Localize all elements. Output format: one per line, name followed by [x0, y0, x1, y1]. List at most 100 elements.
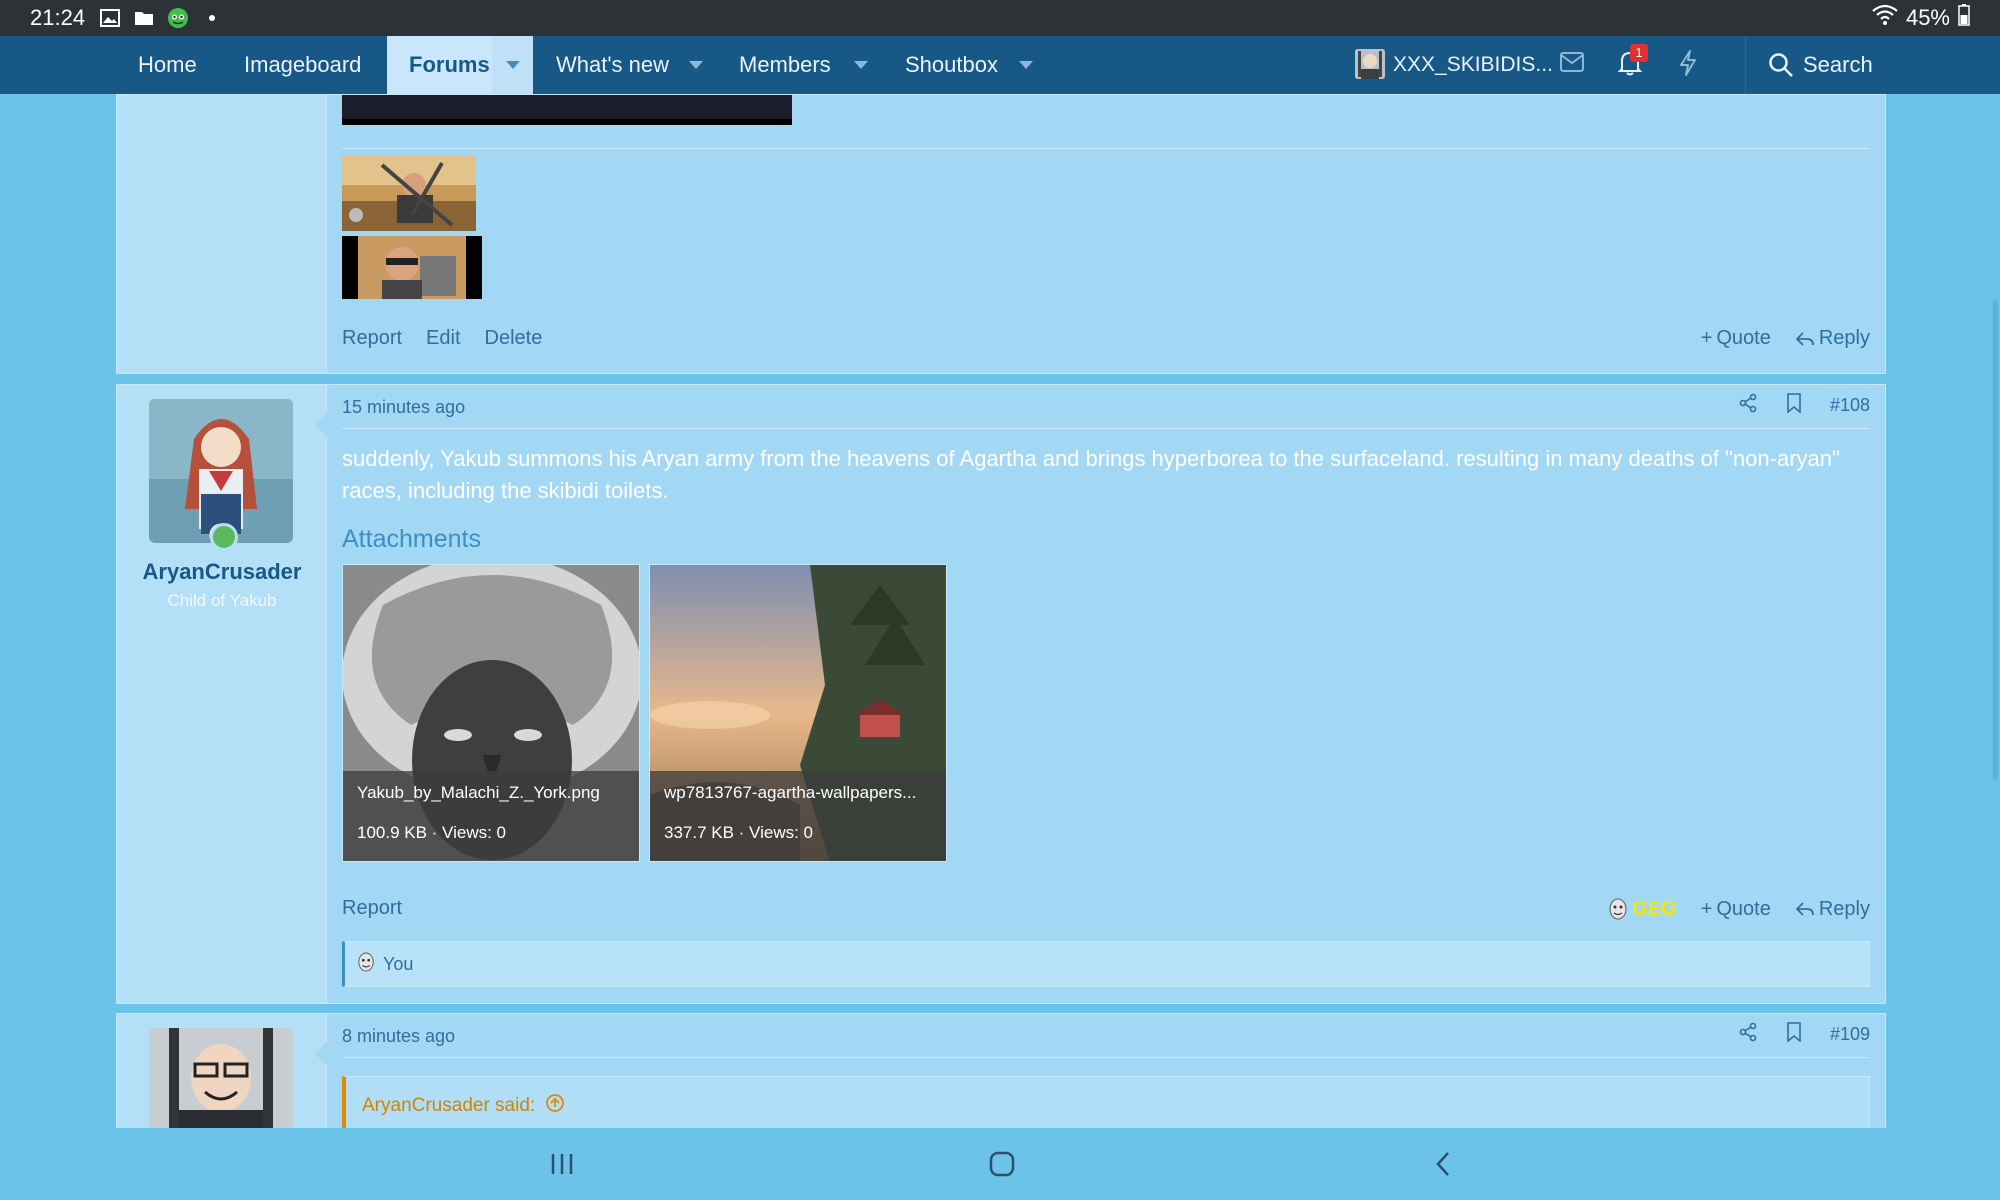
wifi-icon [1872, 4, 1898, 32]
username-label: XXX_SKIBIDIS... [1393, 53, 1553, 76]
nav-imageboard[interactable]: Imageboard [244, 36, 361, 94]
post-actions-left: Report [342, 897, 402, 920]
post-109: 8 minutes ago #109 AryanCrusader said: [116, 1013, 1886, 1136]
quote-label: Quote [1716, 897, 1771, 920]
post-time[interactable]: 15 minutes ago [342, 397, 465, 418]
quote-label: Quote [1716, 327, 1771, 349]
divider [342, 148, 1870, 149]
share-icon[interactable] [1738, 1022, 1758, 1047]
attachment-thumb[interactable] [342, 236, 482, 299]
forums-dropdown-toggle[interactable] [492, 36, 533, 94]
recent-apps-icon[interactable] [542, 1146, 582, 1182]
delete-link[interactable]: Delete [485, 327, 543, 350]
post-tools: #109 [1738, 1022, 1870, 1047]
bookmark-icon[interactable] [1786, 1022, 1802, 1047]
nav-members-label: Members [739, 52, 831, 77]
top-nav: Home Imageboard Forums What's new Member… [0, 36, 2000, 94]
attachment-stats: 100.9 KB · Views: 0 [357, 823, 506, 842]
post-main: 15 minutes ago #108 suddenly, Yakub summ… [315, 385, 1885, 1003]
avatar[interactable] [149, 1028, 293, 1129]
nav-home-label: Home [138, 52, 197, 77]
post-tools: #108 [1738, 393, 1870, 418]
chevron-down-icon [505, 61, 520, 69]
avatar[interactable] [149, 399, 293, 543]
nav-forums[interactable]: Forums [387, 36, 495, 94]
post-actions-right: GEG + Quote Reply [1608, 897, 1870, 921]
quote-block: AryanCrusader said: [342, 1076, 1870, 1136]
alerts-badge: 1 [1630, 44, 1648, 62]
post-user-sidebar [117, 95, 327, 373]
quote-button[interactable]: + Quote [1701, 898, 1771, 921]
attachment-filename: Yakub_by_Malachi_Z._York.png [357, 783, 600, 802]
reply-icon [1795, 901, 1815, 917]
shoutbox-dropdown-toggle[interactable] [1006, 36, 1046, 94]
nav-members[interactable]: Members [739, 36, 831, 94]
edit-link[interactable]: Edit [426, 327, 460, 350]
online-indicator [210, 523, 238, 551]
reply-icon [1795, 331, 1815, 347]
attachment-thumb[interactable] [342, 155, 476, 231]
post-author[interactable]: AryanCrusader [117, 559, 327, 585]
username-link[interactable]: XXX_SKIBIDIS... [1393, 36, 1553, 94]
reactions-list[interactable]: You [342, 941, 1870, 987]
share-icon[interactable] [1738, 393, 1758, 418]
post-108: AryanCrusader Child of Yakub 15 minutes … [116, 384, 1886, 1004]
back-icon[interactable] [1423, 1146, 1463, 1182]
user-title: Child of Yakub [167, 591, 277, 610]
attachment-caption: Yakub_by_Malachi_Z._York.png 100.9 KB · … [343, 771, 639, 861]
nav-home[interactable]: Home [138, 36, 197, 94]
folder-icon [133, 7, 155, 29]
reaction-face-icon [357, 951, 375, 978]
quote-author[interactable]: AryanCrusader said: [362, 1095, 535, 1117]
user-nav: XXX_SKIBIDIS... 1 Search [1345, 36, 1885, 94]
quote-button[interactable]: + Quote [1701, 327, 1771, 350]
post-previous: Report Edit Delete + Quote Reply [116, 94, 1886, 374]
post-meta: 15 minutes ago #108 [342, 385, 1870, 429]
attachment-caption: wp7813767-agartha-wallpapers... 337.7 KB… [650, 771, 946, 861]
report-link[interactable]: Report [342, 897, 402, 920]
report-link[interactable]: Report [342, 327, 402, 350]
whats-new-dropdown-toggle[interactable] [676, 36, 716, 94]
user-avatar[interactable] [1355, 49, 1385, 79]
status-time: 21:24 [30, 5, 86, 30]
reply-button[interactable]: Reply [1795, 898, 1870, 921]
embedded-media[interactable] [342, 95, 792, 125]
attachments-heading: Attachments [342, 525, 481, 553]
post-arrow [315, 1042, 327, 1066]
attachment-tile[interactable]: wp7813767-agartha-wallpapers... 337.7 KB… [649, 564, 947, 862]
bookmark-icon[interactable] [1786, 393, 1802, 418]
bolt-icon[interactable] [1678, 50, 1698, 81]
post-actions-left: Report Edit Delete [342, 327, 542, 350]
post-main: 8 minutes ago #109 AryanCrusader said: [315, 1014, 1885, 1136]
attachment-stats: 337.7 KB · Views: 0 [664, 823, 813, 842]
post-number[interactable]: #109 [1830, 1024, 1870, 1045]
chevron-down-icon [689, 61, 703, 69]
post-body: suddenly, Yakub summons his Aryan army f… [342, 446, 1840, 503]
attachment-filename: wp7813767-agartha-wallpapers... [664, 783, 917, 802]
reaction-label: GEG [1632, 897, 1677, 920]
plus-icon: + [1700, 327, 1713, 349]
battery-icon [1958, 4, 1970, 32]
home-icon[interactable] [982, 1146, 1022, 1182]
post-time[interactable]: 8 minutes ago [342, 1026, 455, 1047]
arrow-up-circle-icon[interactable] [545, 1093, 565, 1119]
nav-whats-new[interactable]: What's new [556, 36, 669, 94]
plus-icon: + [1700, 897, 1713, 920]
inbox-icon[interactable] [1560, 52, 1584, 77]
app-icon [167, 7, 189, 29]
post-main: Report Edit Delete + Quote Reply [327, 95, 1885, 373]
search-icon [1768, 52, 1794, 83]
post-meta: 8 minutes ago #109 [342, 1014, 1870, 1058]
reaction-button[interactable]: GEG [1608, 897, 1677, 921]
members-dropdown-toggle[interactable] [841, 36, 881, 94]
search-button[interactable]: Search [1745, 36, 1885, 94]
dot-icon [201, 7, 223, 29]
nav-shoutbox[interactable]: Shoutbox [905, 36, 998, 94]
reply-button[interactable]: Reply [1795, 327, 1870, 350]
reaction-face-icon [1608, 897, 1628, 921]
attachment-tile[interactable]: Yakub_by_Malachi_Z._York.png 100.9 KB · … [342, 564, 640, 862]
reacted-by: You [383, 953, 414, 974]
nav-whats-new-label: What's new [556, 52, 670, 77]
scrollbar[interactable] [1993, 300, 1998, 780]
post-number[interactable]: #108 [1830, 395, 1870, 416]
